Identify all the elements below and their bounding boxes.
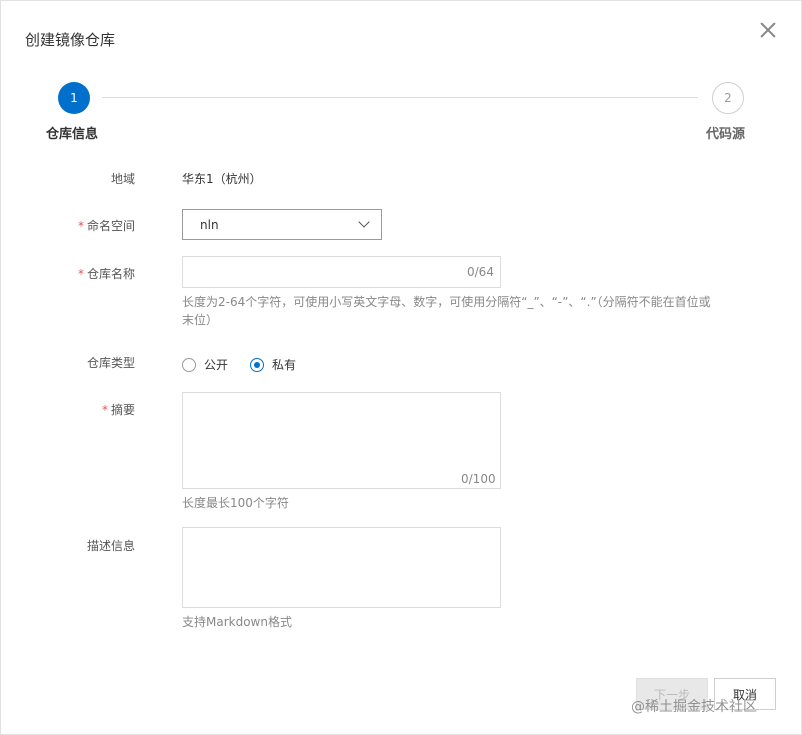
namespace-select[interactable]: nln — [182, 209, 382, 240]
radio-public-circle[interactable] — [182, 357, 196, 372]
description-label: 描述信息 — [86, 539, 135, 553]
required-marker: * — [77, 267, 84, 281]
step-progress-line — [102, 97, 698, 98]
summary-label: * 摘要 — [101, 403, 135, 417]
step-2-indicator: 2 — [712, 82, 744, 114]
watermark-text: @稀土掘金技术社区 — [631, 699, 757, 715]
summary-hint: 长度最长100个字符 — [182, 496, 289, 510]
repo-name-label: * 仓库名称 — [77, 267, 135, 281]
dialog-title: 创建镜像仓库 — [25, 31, 116, 49]
radio-private-circle[interactable] — [250, 357, 265, 372]
summary-counter: 0/100 — [461, 472, 496, 486]
region-value: 华东1（杭州） — [182, 172, 262, 186]
radio-private[interactable]: 私有 — [250, 356, 296, 373]
radio-public-label: 公开 — [204, 358, 229, 372]
summary-textarea[interactable] — [182, 392, 501, 489]
repo-name-hint: 长度为2-64个字符，可使用小写英文字母、数字，可使用分隔符“_”、“-”、“.… — [182, 295, 711, 327]
repo-type-label: 仓库类型 — [86, 356, 135, 370]
namespace-selected-value: nln — [200, 217, 219, 232]
radio-private-label: 私有 — [272, 358, 297, 372]
step-2-label: 代码源 — [706, 127, 746, 142]
repo-type-radio-group: 公开 私有 — [182, 356, 318, 373]
step-1-indicator: 1 — [58, 82, 90, 114]
region-label: 地域 — [110, 172, 135, 186]
description-textarea[interactable] — [182, 527, 501, 608]
chevron-down-icon — [359, 218, 369, 228]
repo-name-input[interactable] — [182, 256, 501, 288]
namespace-label: * 命名空间 — [77, 219, 135, 233]
radio-public[interactable]: 公开 — [182, 356, 228, 373]
close-icon[interactable] — [758, 20, 778, 40]
create-repository-dialog: 创建镜像仓库 1 2 仓库信息 代码源 地域 华东1（杭州） * 命名空间 nln… — [0, 0, 802, 735]
description-hint: 支持Markdown格式 — [182, 615, 292, 629]
required-marker: * — [101, 403, 108, 417]
step-1-label: 仓库信息 — [46, 127, 99, 142]
required-marker: * — [77, 219, 84, 233]
repo-name-counter: 0/64 — [467, 265, 494, 279]
